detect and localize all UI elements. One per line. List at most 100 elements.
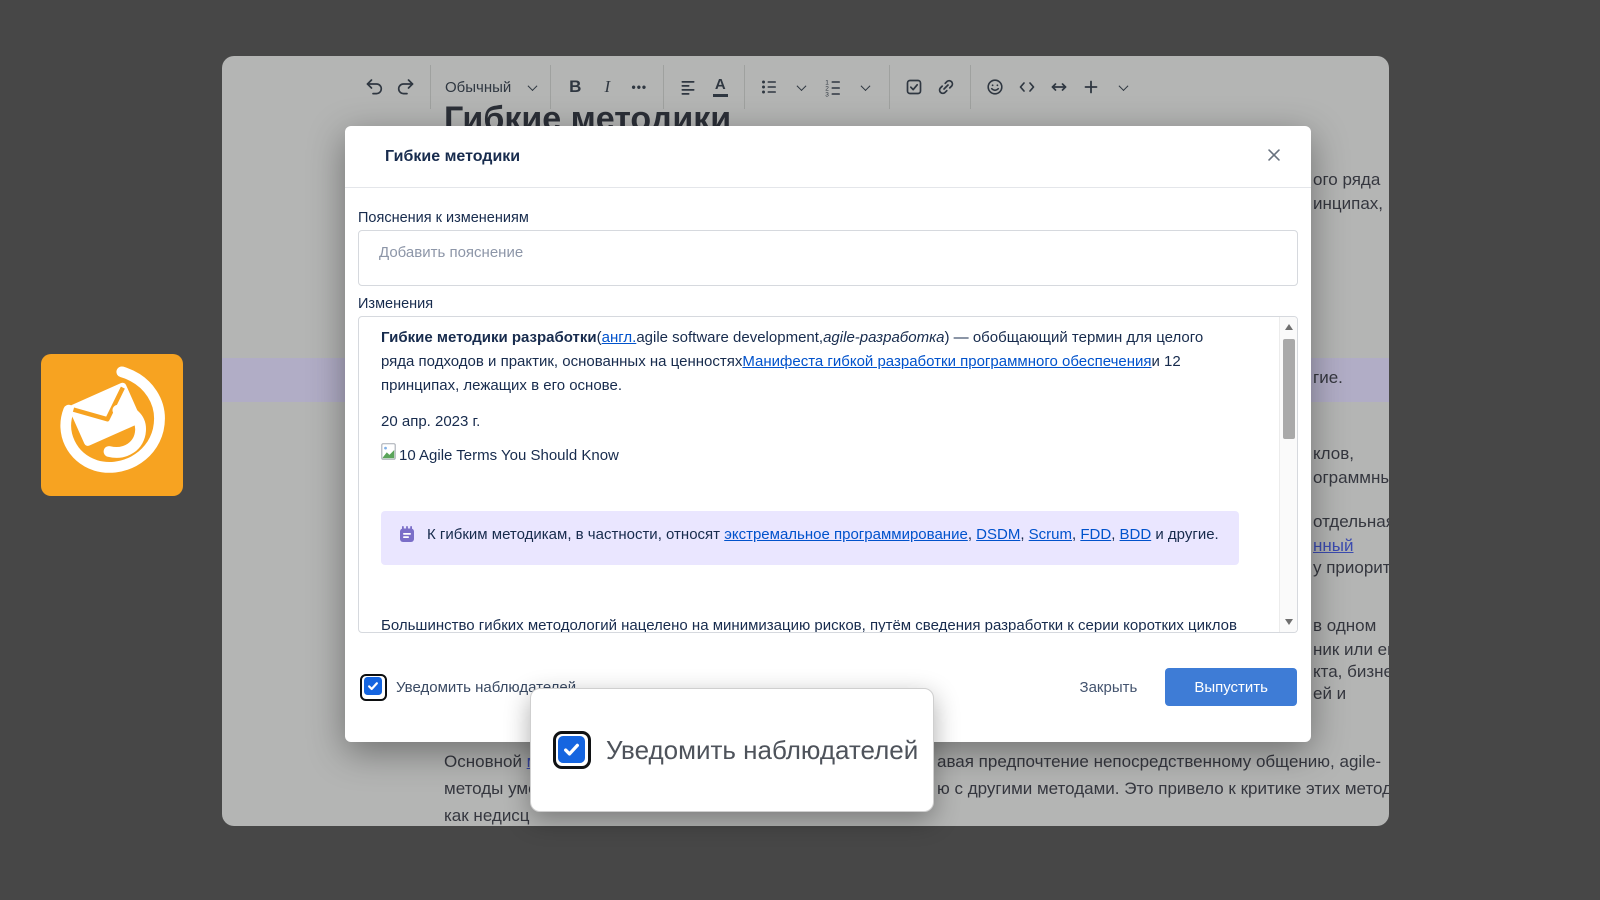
insert-expand[interactable]: [1110, 70, 1136, 104]
note-panel-text: К гибким методикам, в частности, относят…: [427, 523, 1219, 552]
changes-preview: Гибкие методики разработки(англ.agile so…: [358, 316, 1298, 633]
inline-link[interactable]: FDD: [1080, 526, 1111, 543]
bold-icon: B: [569, 77, 581, 97]
checkbox-magnifier-overlay: Уведомить наблюдателей: [530, 688, 934, 812]
bold-button[interactable]: B: [562, 70, 588, 104]
mail-app-icon[interactable]: [41, 354, 183, 496]
note-icon: [397, 524, 417, 552]
text-style-dropdown[interactable]: Обычный: [445, 79, 536, 96]
numbered-list-expand[interactable]: [852, 70, 878, 104]
background-paragraph-line: Основной м: [444, 752, 538, 772]
inline-link[interactable]: Манифеста гибкой разработки программного…: [742, 353, 1151, 370]
bullet-list-button[interactable]: [756, 70, 782, 104]
background-text-fragment: ник или его: [1313, 640, 1389, 660]
link-icon: [936, 77, 956, 97]
toolbar-divider: [744, 65, 745, 109]
clipped-paragraph: Большинство гибких методологий нацелено …: [381, 617, 1237, 633]
magnified-notify-label: Уведомить наблюдателей: [606, 735, 918, 766]
inline-link[interactable]: англ.: [602, 329, 637, 346]
align-icon: [678, 77, 698, 97]
inline-link[interactable]: Scrum: [1029, 526, 1072, 543]
toolbar-divider: [970, 65, 971, 109]
background-link-fragment[interactable]: нный: [1313, 536, 1354, 556]
background-text-fragment: в одном: [1313, 616, 1376, 636]
publish-changes-dialog: Гибкие методики Пояснения к изменениям И…: [345, 126, 1311, 742]
background-paragraph-line: авая предпочтение непосредственному обще…: [937, 752, 1381, 772]
note-panel: К гибким методикам, в частности, относят…: [381, 511, 1239, 565]
more-formatting-button[interactable]: •••: [626, 70, 652, 104]
dialog-header: Гибкие методики: [345, 126, 1311, 188]
toolbar-divider: [889, 65, 890, 109]
svg-text:3: 3: [826, 91, 830, 97]
close-dialog-button[interactable]: [1261, 142, 1287, 171]
mail-notification-icon: [53, 364, 171, 487]
toolbar-divider: [430, 65, 431, 109]
background-text-fragment: у приоритетов: [1313, 558, 1389, 578]
triangle-down-icon: [1285, 619, 1293, 625]
task-list-button[interactable]: [901, 70, 927, 104]
italic-icon: I: [604, 77, 610, 97]
code-button[interactable]: [1014, 70, 1040, 104]
emoji-icon: [985, 77, 1005, 97]
insert-button[interactable]: [1078, 70, 1104, 104]
inline-link[interactable]: DSDM: [976, 526, 1020, 543]
changes-paragraph: Гибкие методики разработки(англ.agile so…: [381, 326, 1237, 398]
inline-link[interactable]: BDD: [1120, 526, 1152, 543]
explanation-input[interactable]: [358, 230, 1298, 286]
redo-icon: [396, 77, 416, 97]
close-button[interactable]: Закрыть: [1080, 679, 1138, 696]
numbered-list-icon: 123: [823, 77, 843, 97]
notify-watchers-checkbox[interactable]: [360, 674, 387, 701]
scroll-up-button[interactable]: [1280, 319, 1298, 335]
background-text-fragment: кта, бизнес-: [1313, 662, 1389, 682]
background-text-fragment: отдельная: [1313, 512, 1389, 532]
dialog-title: Гибкие методики: [385, 148, 1261, 166]
broken-image-icon: [381, 443, 396, 468]
background-text-fragment: инципах,: [1313, 194, 1383, 214]
background-paragraph-line: ю с другими методами. Это привело к крит…: [937, 779, 1389, 799]
chevron-down-icon: [528, 81, 538, 91]
undo-button[interactable]: [361, 70, 387, 104]
background-text-fragment: гие.: [1313, 368, 1343, 388]
publish-button[interactable]: Выпустить: [1165, 668, 1297, 706]
italic-button[interactable]: I: [594, 70, 620, 104]
text-style-value: Обычный: [445, 79, 511, 96]
inline-link[interactable]: экстремальное программирование: [724, 526, 968, 543]
background-text-fragment: ого ряда: [1313, 170, 1380, 190]
bullet-list-icon: [759, 77, 779, 97]
chevron-down-icon: [860, 81, 870, 91]
chevron-down-icon: [796, 81, 806, 91]
background-text-fragment: ограммный: [1313, 468, 1389, 488]
broken-image-alt-text: 10 Agile Terms You Should Know: [399, 444, 619, 468]
explanation-label: Пояснения к изменениям: [358, 210, 1297, 226]
emoji-button[interactable]: [982, 70, 1008, 104]
more-formatting-icon: •••: [632, 80, 648, 94]
code-icon: [1017, 77, 1037, 97]
changes-scrollbar[interactable]: [1279, 317, 1297, 632]
plus-icon: [1081, 77, 1101, 97]
changes-label: Изменения: [358, 296, 1297, 312]
background-text-fragment: клов,: [1313, 444, 1354, 464]
broken-image-line: 10 Agile Terms You Should Know: [381, 443, 1237, 468]
background-text-fragment: ей и: [1313, 684, 1346, 704]
layout-width-button[interactable]: [1046, 70, 1072, 104]
bullet-list-expand[interactable]: [788, 70, 814, 104]
close-icon: [1265, 146, 1283, 167]
redo-button[interactable]: [393, 70, 419, 104]
text-color-icon: A: [713, 77, 728, 97]
date-line: 20 апр. 2023 г.: [381, 410, 1237, 434]
numbered-list-button[interactable]: 123: [820, 70, 846, 104]
background-paragraph-line: как недисц: [444, 806, 530, 826]
chevron-down-icon: [1118, 81, 1128, 91]
align-button[interactable]: [675, 70, 701, 104]
triangle-up-icon: [1285, 324, 1293, 330]
scrollbar-thumb[interactable]: [1283, 339, 1295, 439]
width-arrows-icon: [1049, 77, 1069, 97]
background-paragraph-line: методы уме: [444, 779, 538, 799]
task-checkbox-icon: [904, 77, 924, 97]
magnified-notify-checkbox[interactable]: [553, 731, 591, 769]
undo-icon: [364, 77, 384, 97]
scroll-down-button[interactable]: [1280, 614, 1298, 630]
link-button[interactable]: [933, 70, 959, 104]
text-color-button[interactable]: A: [707, 70, 733, 104]
